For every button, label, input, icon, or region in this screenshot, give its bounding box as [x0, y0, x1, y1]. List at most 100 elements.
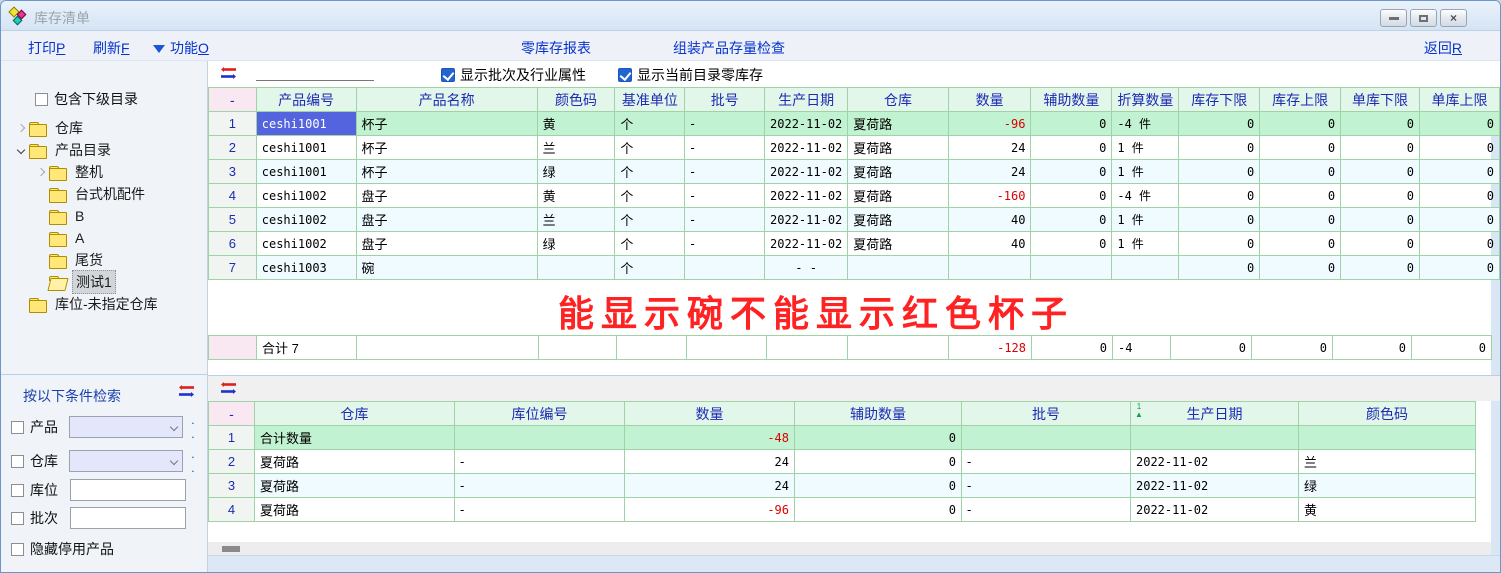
cell[interactable]: ceshi1002 — [256, 232, 356, 256]
cell[interactable]: 杯子 — [356, 160, 537, 184]
col-store-max[interactable]: 单库上限 — [1420, 88, 1500, 112]
cell[interactable]: 0 — [795, 450, 962, 474]
cell[interactable]: 0 — [1341, 184, 1420, 208]
cell[interactable]: 夏荷路 — [848, 184, 949, 208]
cell[interactable]: 黄 — [1299, 498, 1476, 522]
product-combo[interactable] — [69, 416, 183, 438]
col-row-index[interactable]: - — [209, 88, 257, 112]
cell[interactable]: 2022-11-02 — [765, 232, 848, 256]
maximize-button[interactable] — [1410, 9, 1437, 27]
cell[interactable] — [685, 256, 765, 280]
cell[interactable]: 0 — [1420, 136, 1500, 160]
batch-input[interactable] — [70, 507, 186, 529]
cell[interactable]: 0 — [1179, 112, 1260, 136]
col-prod-date[interactable]: 生产日期 — [765, 88, 848, 112]
cell[interactable]: 0 — [1341, 208, 1420, 232]
cell[interactable]: 0 — [1031, 112, 1112, 136]
col-aux-qty[interactable]: 辅助数量 — [795, 402, 962, 426]
warehouse-combo[interactable] — [69, 450, 183, 472]
cell[interactable]: 6 — [209, 232, 257, 256]
col-qty[interactable]: 数量 — [948, 88, 1031, 112]
refresh-button[interactable]: 刷新F — [93, 38, 130, 58]
product-checkbox[interactable] — [11, 421, 24, 434]
cell[interactable]: 兰 — [537, 136, 615, 160]
cell[interactable] — [1131, 426, 1299, 450]
cell[interactable]: 夏荷路 — [848, 112, 949, 136]
location-checkbox[interactable] — [11, 484, 24, 497]
col-location-no[interactable]: 库位编号 — [455, 402, 625, 426]
hide-disabled-checkbox[interactable] — [11, 543, 24, 556]
cell[interactable]: 0 — [795, 426, 962, 450]
warehouse-checkbox[interactable] — [11, 455, 24, 468]
cell[interactable]: - — [962, 450, 1131, 474]
cell[interactable]: - - — [765, 256, 848, 280]
cell[interactable] — [1112, 256, 1179, 280]
cell[interactable]: 0 — [1260, 160, 1341, 184]
cell[interactable]: 1 件 — [1112, 208, 1179, 232]
print-button[interactable]: 打印P — [28, 38, 65, 58]
tree-item-warehouse[interactable]: 仓库 — [1, 117, 207, 139]
cell[interactable]: 0 — [1260, 184, 1341, 208]
cell[interactable]: - — [962, 498, 1131, 522]
minimize-button[interactable] — [1380, 9, 1407, 27]
col-stock-max[interactable]: 库存上限 — [1260, 88, 1341, 112]
cell[interactable]: - — [685, 232, 765, 256]
cell[interactable]: 2022-11-02 — [1131, 498, 1299, 522]
cell[interactable]: 夏荷路 — [255, 450, 455, 474]
cell[interactable]: ceshi1003 — [256, 256, 356, 280]
cell[interactable]: 2022-11-02 — [765, 160, 848, 184]
cell[interactable]: 2 — [209, 136, 257, 160]
cell[interactable]: 盘子 — [356, 184, 537, 208]
cell[interactable]: 个 — [615, 184, 685, 208]
cell[interactable]: 个 — [615, 136, 685, 160]
show-batch-checkbox[interactable]: 显示批次及行业属性 — [441, 65, 586, 85]
col-product-code[interactable]: 产品编号 — [256, 88, 356, 112]
cell[interactable]: 绿 — [537, 160, 615, 184]
col-conv-qty[interactable]: 折算数量 — [1112, 88, 1179, 112]
cell[interactable]: ceshi1002 — [256, 184, 356, 208]
scrollbar-thumb[interactable] — [222, 546, 240, 552]
cell[interactable]: 0 — [1341, 112, 1420, 136]
cell[interactable]: 盘子 — [356, 232, 537, 256]
cell[interactable]: -160 — [948, 184, 1031, 208]
cell[interactable]: ceshi1001 — [256, 136, 356, 160]
col-aux-qty[interactable]: 辅助数量 — [1031, 88, 1112, 112]
cell[interactable]: 2022-11-02 — [1131, 474, 1299, 498]
tree-item-a[interactable]: A — [1, 227, 207, 249]
cell[interactable]: 1 — [209, 112, 257, 136]
cell[interactable]: 2022-11-02 — [765, 136, 848, 160]
chevron-down-icon[interactable] — [13, 147, 29, 153]
cell[interactable]: 0 — [1341, 256, 1420, 280]
col-store-min[interactable]: 单库下限 — [1341, 88, 1420, 112]
location-input[interactable] — [70, 479, 186, 501]
col-color-code[interactable]: 颜色码 — [537, 88, 615, 112]
cell[interactable]: 个 — [615, 256, 685, 280]
swap-icon[interactable] — [220, 66, 237, 85]
cell[interactable]: 0 — [1341, 136, 1420, 160]
warehouse-more-button[interactable]: . . — [191, 447, 207, 475]
zero-stock-report-link[interactable]: 零库存报表 — [521, 38, 591, 58]
col-warehouse[interactable]: 仓库 — [255, 402, 455, 426]
cell[interactable]: 夏荷路 — [848, 208, 949, 232]
cell[interactable]: 0 — [1341, 232, 1420, 256]
cell[interactable]: -96 — [625, 498, 795, 522]
cell[interactable]: 0 — [1341, 160, 1420, 184]
cell[interactable]: 1 件 — [1112, 136, 1179, 160]
cell[interactable]: 0 — [1179, 232, 1260, 256]
cell[interactable]: 0 — [1031, 184, 1112, 208]
cell[interactable]: -4 件 — [1112, 184, 1179, 208]
cell[interactable]: 3 — [209, 160, 257, 184]
cell[interactable]: - — [455, 474, 625, 498]
cell[interactable]: 碗 — [356, 256, 537, 280]
cell[interactable]: 3 — [209, 474, 255, 498]
tree-item-whole-machine[interactable]: 整机 — [1, 161, 207, 183]
product-more-button[interactable]: . . — [191, 413, 207, 441]
col-stock-min[interactable]: 库存下限 — [1179, 88, 1260, 112]
cell[interactable]: 杯子 — [356, 112, 537, 136]
tree-item-product-catalog[interactable]: 产品目录 — [1, 139, 207, 161]
cell[interactable]: 2022-11-02 — [1131, 450, 1299, 474]
batch-checkbox[interactable] — [11, 512, 24, 525]
cell[interactable]: - — [685, 160, 765, 184]
cell[interactable]: 夏荷路 — [255, 498, 455, 522]
cell[interactable]: 0 — [1420, 208, 1500, 232]
